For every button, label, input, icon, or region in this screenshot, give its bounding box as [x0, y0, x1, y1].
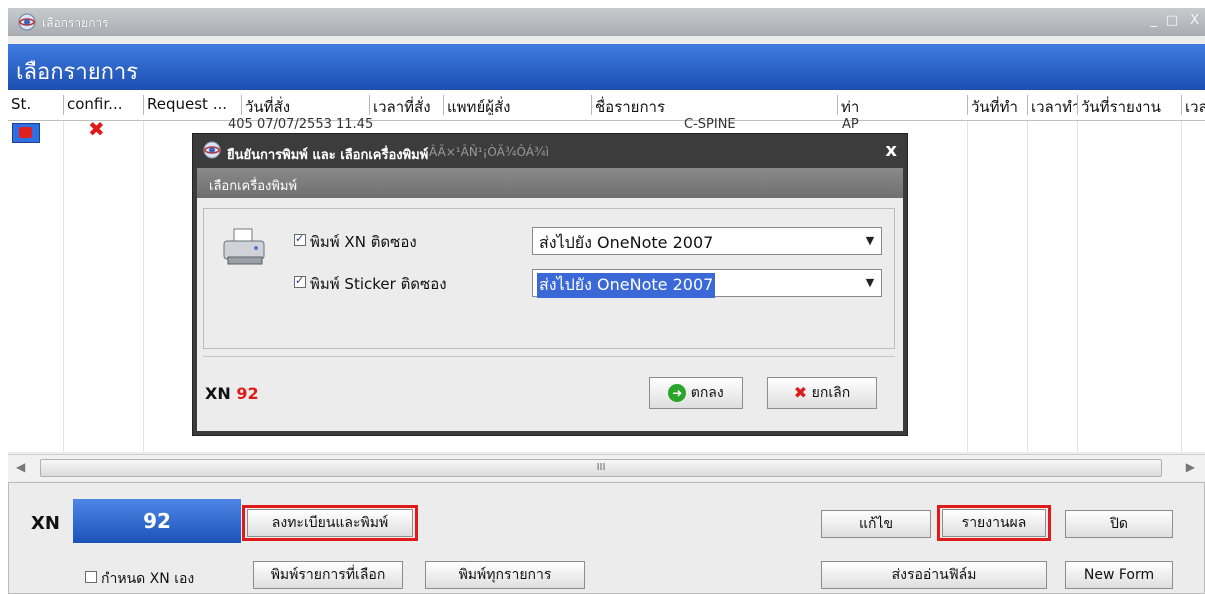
row-position-partial: AP — [842, 117, 859, 132]
report-button[interactable]: รายงานผล — [942, 509, 1046, 537]
ok-label: ตกลง — [690, 385, 724, 401]
col-doctor[interactable]: แพทย์ผู้สั่ง — [444, 95, 592, 115]
col-position[interactable]: ท่า — [838, 95, 968, 115]
edit-button[interactable]: แก้ไข — [821, 510, 931, 538]
send-film-button[interactable]: ส่งรออ่านฟิล์ม — [821, 561, 1047, 589]
new-form-button[interactable]: New Form — [1065, 561, 1173, 589]
printer-select-sticker[interactable]: ส่งไปยัง OneNote 2007 ▼ — [532, 269, 882, 298]
grid-line — [1181, 121, 1182, 452]
grid-line — [967, 121, 968, 452]
close-icon[interactable]: X — [1190, 13, 1199, 28]
dialog-body: พิมพ์ XN ติดซอง ส่งไปยัง OneNote 2007 ▼ … — [197, 198, 903, 431]
scroll-thumb[interactable]: III — [40, 459, 1162, 477]
dialog-title-garbled: ÂÃ×¹ÂÑ¹¡ÒÃ¾ÔÁ¾ì — [429, 145, 549, 159]
grid-line — [1027, 121, 1028, 452]
dialog-title-bar: ยืนยันการพิมพ์ และ เลือกเครื่องพิมพ์ ÂÃ×… — [193, 134, 907, 168]
col-item-name[interactable]: ชื่อรายการ — [592, 95, 838, 115]
cancel-x-icon: ✖ — [793, 383, 808, 402]
row-request-date-partial: 405 07/07/2553 11.45 — [228, 117, 374, 132]
dialog-section-header: เลือกเครื่องพิมพ์ — [197, 168, 903, 198]
section-title: เลือกเครื่องพิมพ์ — [209, 179, 298, 194]
col-order-date[interactable]: วันที่สั่ง — [242, 95, 370, 115]
window-title: เลือกรายการ — [42, 16, 109, 30]
col-request[interactable]: Request ... — [144, 95, 242, 115]
chevron-down-icon[interactable]: ▼ — [859, 228, 881, 254]
print-selected-button[interactable]: พิมพ์รายการที่เลือก — [253, 561, 403, 589]
bottom-panel: XN 92 ลงทะเบียนและพิมพ์ กำหนด XN เอง พิม… — [8, 482, 1205, 594]
set-xn-checkbox[interactable] — [85, 571, 97, 583]
xn-value-field[interactable]: 92 — [73, 499, 241, 543]
cancel-button[interactable]: ✖ ยกเลิก — [767, 377, 877, 409]
grid-line — [143, 121, 144, 452]
arrow-right-icon: ➜ — [668, 384, 687, 402]
dialog-xn-label: XN — [205, 384, 231, 403]
register-and-print-button[interactable]: ลงทะเบียนและพิมพ์ — [247, 509, 413, 537]
chevron-down-icon[interactable]: ▼ — [859, 270, 881, 296]
ok-button[interactable]: ➜ ตกลง — [649, 377, 743, 409]
page-header: เลือกรายการ — [8, 44, 1205, 90]
status-indicator[interactable] — [12, 123, 40, 143]
app-logo-icon — [203, 141, 221, 159]
scroll-left-icon[interactable]: ◀ — [16, 460, 25, 474]
title-bar: เลือกรายการ _ □ X — [8, 8, 1205, 36]
scroll-right-icon[interactable]: ▶ — [1186, 460, 1195, 474]
row-item-partial: C-SPINE — [684, 117, 736, 132]
printer-select-xn-value: ส่งไปยัง OneNote 2007 — [539, 233, 714, 252]
col-time-more[interactable]: เวล — [1182, 95, 1205, 115]
col-report-date[interactable]: วันที่รายงาน — [1078, 95, 1182, 115]
maximize-icon[interactable]: □ — [1166, 13, 1178, 28]
col-confirm[interactable]: confir... — [64, 95, 144, 115]
table-header: St. confir... Request ... วันที่สั่ง เวล… — [8, 90, 1205, 121]
col-done-time[interactable]: เวลาทำ — [1028, 95, 1078, 115]
xn-label: XN — [31, 513, 60, 534]
col-status[interactable]: St. — [8, 95, 64, 115]
print-confirm-dialog: ยืนยันการพิมพ์ และ เลือกเครื่องพิมพ์ ÂÃ×… — [192, 133, 908, 436]
print-sticker-label: พิมพ์ Sticker ติดซอง — [310, 275, 447, 293]
dialog-xn-display: XN 92 — [205, 384, 259, 403]
divider — [203, 356, 895, 357]
print-xn-checkbox[interactable] — [294, 232, 306, 246]
stop-status-icon — [19, 127, 32, 138]
close-button[interactable]: ปิด — [1065, 510, 1173, 538]
dialog-title: ยืนยันการพิมพ์ และ เลือกเครื่องพิมพ์ — [227, 148, 429, 163]
print-all-button[interactable]: พิมพ์ทุกรายการ — [425, 561, 585, 589]
printer-select-xn[interactable]: ส่งไปยัง OneNote 2007 ▼ — [532, 227, 882, 255]
col-order-time[interactable]: เวลาที่สั่ง — [370, 95, 444, 115]
set-xn-label: กำหนด XN เอง — [101, 571, 195, 587]
col-done-date[interactable]: วันที่ทำ — [968, 95, 1028, 115]
dialog-xn-value: 92 — [236, 384, 259, 403]
printer-options-group: พิมพ์ XN ติดซอง ส่งไปยัง OneNote 2007 ▼ … — [203, 208, 895, 349]
grid-line — [1077, 121, 1078, 452]
red-x-icon: ✖ — [88, 117, 105, 141]
dialog-close-icon[interactable]: x — [885, 140, 897, 161]
printer-icon — [223, 228, 265, 265]
grid-line — [63, 121, 64, 452]
horizontal-scrollbar[interactable]: ◀ III ▶ — [8, 454, 1205, 481]
print-sticker-checkbox[interactable] — [294, 274, 306, 288]
cancel-label: ยกเลิก — [811, 385, 851, 401]
page-title: เลือกรายการ — [16, 60, 139, 85]
app-logo-icon — [18, 13, 36, 31]
print-xn-label: พิมพ์ XN ติดซอง — [310, 233, 417, 251]
printer-select-sticker-value: ส่งไปยัง OneNote 2007 — [537, 273, 716, 298]
minimize-icon[interactable]: _ — [1151, 13, 1158, 28]
